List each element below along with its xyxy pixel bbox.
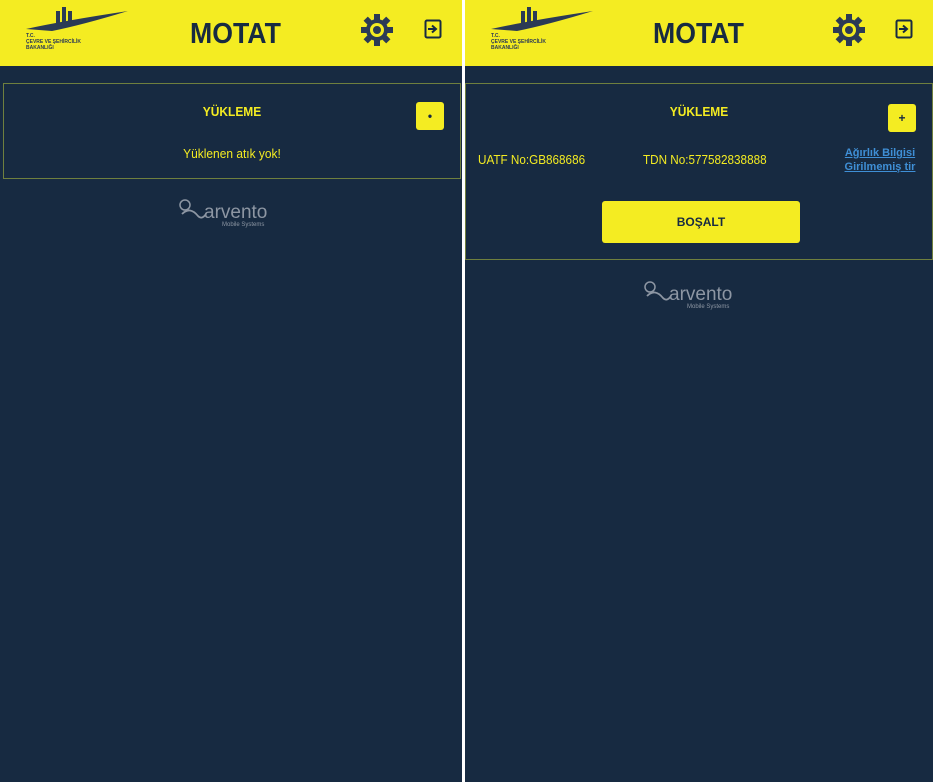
brand-subtitle: Mobile Systems <box>687 304 730 310</box>
loading-card: YÜKLEME • Yüklenen atık yok! <box>3 83 461 179</box>
logout-icon <box>424 19 442 39</box>
settings-button[interactable] <box>832 13 866 47</box>
weight-link-line: Girilmemiş tir <box>844 161 916 173</box>
weight-link-line: Ağırlık Bilgisi <box>844 147 916 159</box>
unload-button[interactable]: BOŞALT <box>602 201 800 243</box>
brand-name: arvento <box>669 284 733 305</box>
tdn-number: TDN No:577582838888 <box>643 152 767 167</box>
card-title: YÜKLEME <box>202 104 262 119</box>
ministry-line: BAKANLIĞI <box>491 45 519 51</box>
logout-button[interactable] <box>895 19 913 39</box>
brand-subtitle: Mobile Systems <box>222 222 265 228</box>
add-button[interactable]: • <box>416 102 444 130</box>
app-root: T.C. ÇEVRE VE ŞEHİRCİLİK BAKANLIĞI MOTAT <box>0 0 933 782</box>
ministry-logo: T.C. ÇEVRE VE ŞEHİRCİLİK BAKANLIĞI <box>487 5 597 61</box>
uatf-number: UATF No:GB868686 <box>478 152 586 167</box>
app-header: T.C. ÇEVRE VE ŞEHİRCİLİK BAKANLIĞI MOTAT <box>0 0 462 66</box>
arvento-logo-icon <box>179 199 206 219</box>
ministry-logo: T.C. ÇEVRE VE ŞEHİRCİLİK BAKANLIĞI <box>22 5 132 61</box>
logout-icon <box>895 19 913 39</box>
ministry-logo-text: T.C. ÇEVRE VE ŞEHİRCİLİK BAKANLIĞI <box>26 33 116 51</box>
ministry-line: BAKANLIĞI <box>26 45 54 51</box>
settings-button[interactable] <box>360 13 394 47</box>
app-title: MOTAT <box>653 18 744 50</box>
ministry-logo-text: T.C. ÇEVRE VE ŞEHİRCİLİK BAKANLIĞI <box>491 33 581 51</box>
weight-info-link[interactable]: Ağırlık Bilgisi Girilmemiş tir <box>832 146 928 174</box>
app-header: T.C. ÇEVRE VE ŞEHİRCİLİK BAKANLIĞI MOTAT <box>465 0 933 66</box>
screen-empty: T.C. ÇEVRE VE ŞEHİRCİLİK BAKANLIĞI MOTAT <box>0 0 462 782</box>
arvento-brand: arvento Mobile Systems <box>641 278 781 318</box>
screen-loaded: T.C. ÇEVRE VE ŞEHİRCİLİK BAKANLIĞI MOTAT <box>465 0 933 782</box>
empty-message: Yüklenen atık yok! <box>183 146 281 161</box>
gear-icon <box>361 14 393 46</box>
card-title: YÜKLEME <box>669 104 729 119</box>
loading-card: YÜKLEME + UATF No:GB868686 TDN No:577582… <box>465 83 933 260</box>
arvento-brand: arvento Mobile Systems <box>176 196 316 236</box>
gear-icon <box>833 14 865 46</box>
logout-button[interactable] <box>424 19 442 39</box>
arvento-logo-icon <box>644 281 671 301</box>
add-button[interactable]: + <box>888 104 916 132</box>
brand-name: arvento <box>204 202 268 223</box>
app-title: MOTAT <box>190 18 281 50</box>
